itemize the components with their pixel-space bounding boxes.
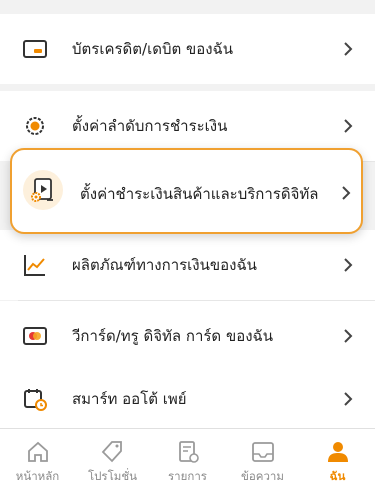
card-icon xyxy=(23,40,47,58)
tab-label-messages: ข้อความ xyxy=(241,469,284,483)
menu-item-finance-products[interactable]: ผลิตภัณฑ์ทางการเงินของฉัน xyxy=(0,230,375,300)
tab-label-transactions: รายการ xyxy=(168,469,207,483)
chevron-right-icon xyxy=(342,186,351,200)
chevron-right-icon xyxy=(344,258,353,272)
menu-item-cards[interactable]: บัตรเครดิต/เดบิต ของฉัน xyxy=(0,14,375,84)
menu-label-true-card: วีการ์ด/ทรู ดิจิทัล การ์ด ของฉัน xyxy=(72,327,273,345)
menu-item-digital-payment-settings[interactable]: ตั้งค่าชำระเงินสินค้าและบริการดิจิทัล xyxy=(10,148,363,234)
chevron-right-icon xyxy=(344,329,353,343)
menu-label-cards: บัตรเครดิต/เดบิต ของฉัน xyxy=(72,40,234,58)
menu-label-payment-settings: ตั้งค่าลำดับการชำระเงิน xyxy=(72,117,228,135)
bottom-tab-bar: หน้าหลัก โปรโมชั่น รายการ ข้อความ ฉัน xyxy=(0,428,375,489)
tab-me[interactable]: ฉัน xyxy=(300,429,375,489)
tab-label-me: ฉัน xyxy=(329,469,346,483)
chevron-right-icon xyxy=(344,119,353,133)
menu-item-smart-auto-pay[interactable]: สมาร์ท ออโต้ เพย์ xyxy=(0,370,375,428)
trend-chart-icon xyxy=(24,255,45,276)
inbox-icon xyxy=(251,442,274,462)
menu-label-digital-payment-settings: ตั้งค่าชำระเงินสินค้าและบริการดิจิทัล xyxy=(80,185,319,203)
home-icon xyxy=(27,441,48,462)
menu-label-finance-products: ผลิตภัณฑ์ทางการเงินของฉัน xyxy=(72,256,257,274)
profile-icon xyxy=(327,442,348,462)
gear-coin-icon xyxy=(26,117,44,135)
tab-promotions[interactable]: โปรโมชั่น xyxy=(75,429,150,489)
menu-item-true-card[interactable]: วีการ์ด/ทรู ดิจิทัล การ์ด ของฉัน xyxy=(0,301,375,371)
tab-transactions[interactable]: รายการ xyxy=(150,429,225,489)
digital-service-gear-icon xyxy=(31,178,53,202)
tab-home[interactable]: หน้าหลัก xyxy=(0,429,75,489)
tab-label-home: หน้าหลัก xyxy=(15,469,60,483)
icon-badge xyxy=(23,170,63,210)
calendar-clock-icon xyxy=(24,389,47,411)
chevron-right-icon xyxy=(344,392,353,406)
tab-messages[interactable]: ข้อความ xyxy=(225,429,300,489)
menu-label-smart-auto-pay: สมาร์ท ออโต้ เพย์ xyxy=(72,390,187,408)
tag-icon xyxy=(101,441,122,463)
tab-label-promotions: โปรโมชั่น xyxy=(87,469,138,483)
mastercard-icon xyxy=(23,327,47,345)
chevron-right-icon xyxy=(344,42,353,56)
receipt-icon xyxy=(178,441,199,463)
